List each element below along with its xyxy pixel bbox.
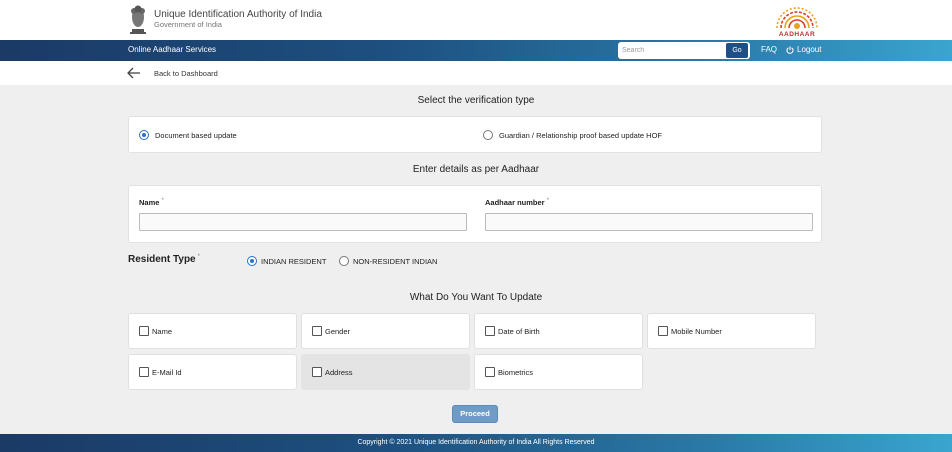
nav-title[interactable]: Online Aadhaar Services bbox=[128, 45, 216, 54]
radio-nri[interactable] bbox=[339, 256, 349, 266]
update-option-label: Biometrics bbox=[498, 367, 534, 377]
search-box: Go bbox=[618, 42, 750, 59]
search-input[interactable] bbox=[622, 44, 722, 57]
update-option-gender[interactable]: Gender bbox=[301, 313, 470, 349]
navbar: Online Aadhaar Services Go FAQ Logout bbox=[0, 40, 952, 61]
update-option-label: E-Mail Id bbox=[152, 367, 182, 377]
required-mark: * bbox=[161, 198, 164, 204]
power-icon bbox=[786, 45, 794, 54]
footer: Copyright © 2021 Unique Identification A… bbox=[0, 434, 952, 452]
org-subtitle: Government of India bbox=[154, 20, 222, 29]
update-option-label: Date of Birth bbox=[498, 326, 540, 336]
resident-option-label: INDIAN RESIDENT bbox=[261, 256, 327, 266]
verification-option-label: Document based update bbox=[155, 130, 237, 140]
checkbox[interactable] bbox=[485, 367, 495, 377]
aadhaar-number-input[interactable] bbox=[485, 213, 813, 231]
proceed-button[interactable]: Proceed bbox=[452, 405, 498, 423]
resident-option-indian[interactable]: INDIAN RESIDENT bbox=[247, 256, 326, 266]
update-option-label: Mobile Number bbox=[671, 326, 722, 336]
go-button[interactable]: Go bbox=[726, 43, 748, 58]
checkbox[interactable] bbox=[658, 326, 668, 336]
resident-type-text: Resident Type bbox=[128, 254, 196, 265]
required-mark: * bbox=[546, 198, 549, 204]
update-option-mobile[interactable]: Mobile Number bbox=[647, 313, 816, 349]
update-option-label: Address bbox=[325, 367, 353, 377]
aadhaar-label-text: Aadhaar number bbox=[485, 198, 545, 207]
national-emblem-icon bbox=[130, 5, 146, 34]
aadhaar-logo: AADHAAR bbox=[770, 2, 824, 38]
radio-document[interactable] bbox=[139, 130, 149, 140]
update-option-label: Gender bbox=[325, 326, 351, 336]
resident-type-label: Resident Type * bbox=[128, 254, 200, 265]
logout-button[interactable]: Logout bbox=[786, 45, 821, 54]
name-input[interactable] bbox=[139, 213, 467, 231]
copyright-text: Copyright © 2021 Unique Identification A… bbox=[357, 439, 595, 446]
update-option-biometrics[interactable]: Biometrics bbox=[474, 354, 643, 390]
checkbox[interactable] bbox=[312, 326, 322, 336]
verification-title: Select the verification type bbox=[417, 95, 535, 106]
verification-card: Document based update Guardian / Relatio… bbox=[128, 116, 822, 153]
update-option-name[interactable]: Name bbox=[128, 313, 297, 349]
org-name: Unique Identification Authority of India bbox=[154, 9, 322, 20]
details-card: Name * Aadhaar number * bbox=[128, 185, 822, 243]
update-title: What Do You Want To Update bbox=[409, 292, 543, 303]
radio-indian-resident[interactable] bbox=[247, 256, 257, 266]
logo-text: AADHAAR bbox=[778, 31, 816, 38]
faq-link[interactable]: FAQ bbox=[761, 45, 777, 54]
verification-option-guardian[interactable]: Guardian / Relationship proof based upda… bbox=[483, 130, 662, 140]
resident-option-nri[interactable]: NON-RESIDENT INDIAN bbox=[339, 256, 437, 266]
update-option-address[interactable]: Address bbox=[301, 354, 470, 390]
radio-guardian[interactable] bbox=[483, 130, 493, 140]
logout-label: Logout bbox=[797, 45, 822, 54]
update-option-label: Name bbox=[152, 326, 173, 336]
aadhaar-number-label: Aadhaar number * bbox=[485, 198, 549, 207]
required-mark: * bbox=[197, 254, 200, 260]
name-label: Name * bbox=[139, 198, 164, 207]
checkbox[interactable] bbox=[312, 367, 322, 377]
checkbox[interactable] bbox=[139, 326, 149, 336]
verification-option-label: Guardian / Relationship proof based upda… bbox=[499, 130, 663, 140]
resident-option-label: NON-RESIDENT INDIAN bbox=[353, 256, 438, 266]
back-to-dashboard-link[interactable]: Back to Dashboard bbox=[154, 69, 218, 78]
verification-option-document[interactable]: Document based update bbox=[139, 130, 237, 140]
checkbox[interactable] bbox=[139, 367, 149, 377]
back-row: Back to Dashboard bbox=[0, 61, 952, 85]
checkbox[interactable] bbox=[485, 326, 495, 336]
details-title: Enter details as per Aadhaar bbox=[412, 164, 540, 175]
back-arrow-icon[interactable] bbox=[127, 67, 141, 79]
top-header: Unique Identification Authority of India… bbox=[0, 0, 952, 40]
name-label-text: Name bbox=[139, 198, 160, 207]
update-option-email[interactable]: E-Mail Id bbox=[128, 354, 297, 390]
aadhaar-sun-icon bbox=[776, 7, 818, 29]
update-option-dob[interactable]: Date of Birth bbox=[474, 313, 643, 349]
